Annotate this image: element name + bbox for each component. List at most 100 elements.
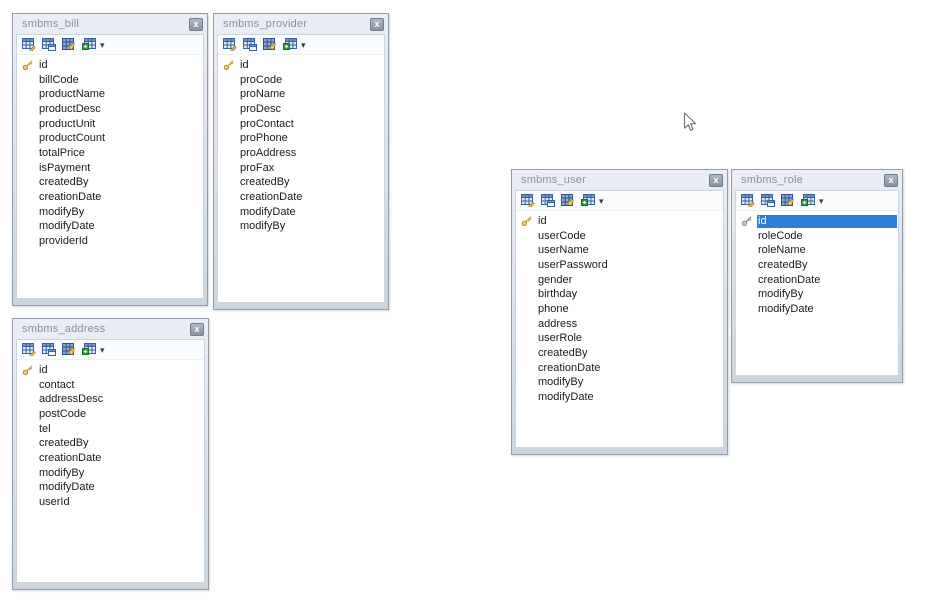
field-row[interactable]: createdBy xyxy=(17,176,203,191)
field-row[interactable]: proCode xyxy=(218,73,384,88)
field-row[interactable]: id xyxy=(736,214,898,229)
table-window-titlebar[interactable]: smbms_user x xyxy=(512,170,727,190)
field-row[interactable]: id xyxy=(218,58,384,73)
field-row[interactable]: gender xyxy=(516,273,723,288)
field-row[interactable]: modifyBy xyxy=(17,466,204,481)
edit-table-icon[interactable] xyxy=(222,38,237,52)
field-row[interactable]: addressDesc xyxy=(17,392,204,407)
field-row[interactable]: proContact xyxy=(218,117,384,132)
manage-indexes-icon[interactable] xyxy=(61,38,76,52)
field-row[interactable]: birthday xyxy=(516,287,723,302)
table-window-smbms_address[interactable]: smbms_address x xyxy=(12,318,209,590)
field-row[interactable]: creationDate xyxy=(218,190,384,205)
close-icon[interactable]: x xyxy=(190,323,204,336)
toolbar-dropdown-caret[interactable]: ▾ xyxy=(301,39,306,51)
close-icon[interactable]: x xyxy=(189,18,203,31)
manage-columns-icon[interactable] xyxy=(242,38,257,52)
field-row[interactable]: modifyDate xyxy=(516,390,723,405)
table-window-titlebar[interactable]: smbms_address x xyxy=(13,319,208,339)
manage-columns-icon[interactable] xyxy=(41,343,56,357)
close-icon[interactable]: x xyxy=(709,174,723,187)
toolbar-dropdown-caret[interactable]: ▾ xyxy=(100,39,105,51)
field-row[interactable]: productDesc xyxy=(17,102,203,117)
field-name: isPayment xyxy=(39,162,90,175)
manage-columns-icon[interactable] xyxy=(540,194,555,208)
field-row[interactable]: billCode xyxy=(17,73,203,88)
field-row[interactable]: roleName xyxy=(736,243,898,258)
table-window-body: ▾ id xyxy=(735,190,899,376)
field-row[interactable]: productCount xyxy=(17,131,203,146)
field-row[interactable]: proPhone xyxy=(218,131,384,146)
field-row[interactable]: modifyBy xyxy=(17,205,203,220)
field-row[interactable]: providerId xyxy=(17,234,203,249)
manage-indexes-icon[interactable] xyxy=(560,194,575,208)
manage-indexes-icon[interactable] xyxy=(262,38,277,52)
field-row[interactable]: productUnit xyxy=(17,117,203,132)
manage-columns-icon[interactable] xyxy=(760,194,775,208)
field-row[interactable]: modifyBy xyxy=(736,287,898,302)
field-row[interactable]: createdBy xyxy=(516,346,723,361)
field-row[interactable]: proName xyxy=(218,87,384,102)
edit-table-icon[interactable] xyxy=(21,38,36,52)
field-row[interactable]: modifyDate xyxy=(17,220,203,235)
field-row[interactable]: modifyDate xyxy=(17,481,204,496)
table-window-smbms_provider[interactable]: smbms_provider x xyxy=(213,13,389,310)
field-row[interactable]: phone xyxy=(516,302,723,317)
field-name-wrap: proCode xyxy=(239,74,383,87)
field-row[interactable]: proFax xyxy=(218,161,384,176)
field-row[interactable]: proDesc xyxy=(218,102,384,117)
field-row[interactable]: createdBy xyxy=(17,436,204,451)
field-row[interactable]: creationDate xyxy=(17,190,203,205)
field-row[interactable]: contact xyxy=(17,378,204,393)
field-row[interactable]: address xyxy=(516,317,723,332)
field-row[interactable]: id xyxy=(17,363,204,378)
field-row[interactable]: productName xyxy=(17,87,203,102)
table-window-titlebar[interactable]: smbms_role x xyxy=(732,170,902,190)
field-row[interactable]: proAddress xyxy=(218,146,384,161)
table-window-titlebar[interactable]: smbms_bill x xyxy=(13,14,207,34)
field-row[interactable]: totalPrice xyxy=(17,146,203,161)
field-row[interactable]: creationDate xyxy=(736,273,898,288)
field-row[interactable]: userId xyxy=(17,495,204,510)
edit-table-icon[interactable] xyxy=(740,194,755,208)
insert-field-icon[interactable] xyxy=(800,194,815,208)
field-row[interactable]: creationDate xyxy=(516,361,723,376)
field-row[interactable]: roleCode xyxy=(736,229,898,244)
insert-field-icon[interactable] xyxy=(580,194,595,208)
table-window-titlebar[interactable]: smbms_provider x xyxy=(214,14,388,34)
toolbar-dropdown-caret[interactable]: ▾ xyxy=(599,195,604,207)
field-row[interactable]: userRole xyxy=(516,332,723,347)
field-row[interactable]: id xyxy=(17,58,203,73)
field-row[interactable]: tel xyxy=(17,422,204,437)
insert-field-icon[interactable] xyxy=(81,38,96,52)
field-row[interactable]: postCode xyxy=(17,407,204,422)
edit-table-icon[interactable] xyxy=(520,194,535,208)
table-window-smbms_bill[interactable]: smbms_bill x xyxy=(12,13,208,306)
toolbar-dropdown-caret[interactable]: ▾ xyxy=(819,195,824,207)
field-row[interactable]: userName xyxy=(516,243,723,258)
edit-table-icon[interactable] xyxy=(21,343,36,357)
field-row[interactable]: userCode xyxy=(516,229,723,244)
field-row[interactable]: modifyBy xyxy=(516,376,723,391)
field-row[interactable]: userPassword xyxy=(516,258,723,273)
field-row[interactable]: modifyDate xyxy=(218,205,384,220)
field-row[interactable]: modifyBy xyxy=(218,220,384,235)
insert-field-icon[interactable] xyxy=(81,343,96,357)
diagram-canvas[interactable]: smbms_bill x xyxy=(0,0,948,606)
table-window-smbms_user[interactable]: smbms_user x xyxy=(511,169,728,455)
insert-field-icon[interactable] xyxy=(282,38,297,52)
field-row[interactable]: createdBy xyxy=(218,176,384,191)
field-row[interactable]: isPayment xyxy=(17,161,203,176)
manage-indexes-icon[interactable] xyxy=(61,343,76,357)
manage-columns-icon[interactable] xyxy=(41,38,56,52)
table-window-smbms_role[interactable]: smbms_role x xyxy=(731,169,903,383)
close-icon[interactable]: x xyxy=(370,18,384,31)
close-icon[interactable]: x xyxy=(884,174,898,187)
field-row[interactable]: createdBy xyxy=(736,258,898,273)
field-row[interactable]: creationDate xyxy=(17,451,204,466)
field-row[interactable]: id xyxy=(516,214,723,229)
field-name: providerId xyxy=(39,235,88,248)
toolbar-dropdown-caret[interactable]: ▾ xyxy=(100,344,105,356)
manage-indexes-icon[interactable] xyxy=(780,194,795,208)
field-row[interactable]: modifyDate xyxy=(736,302,898,317)
